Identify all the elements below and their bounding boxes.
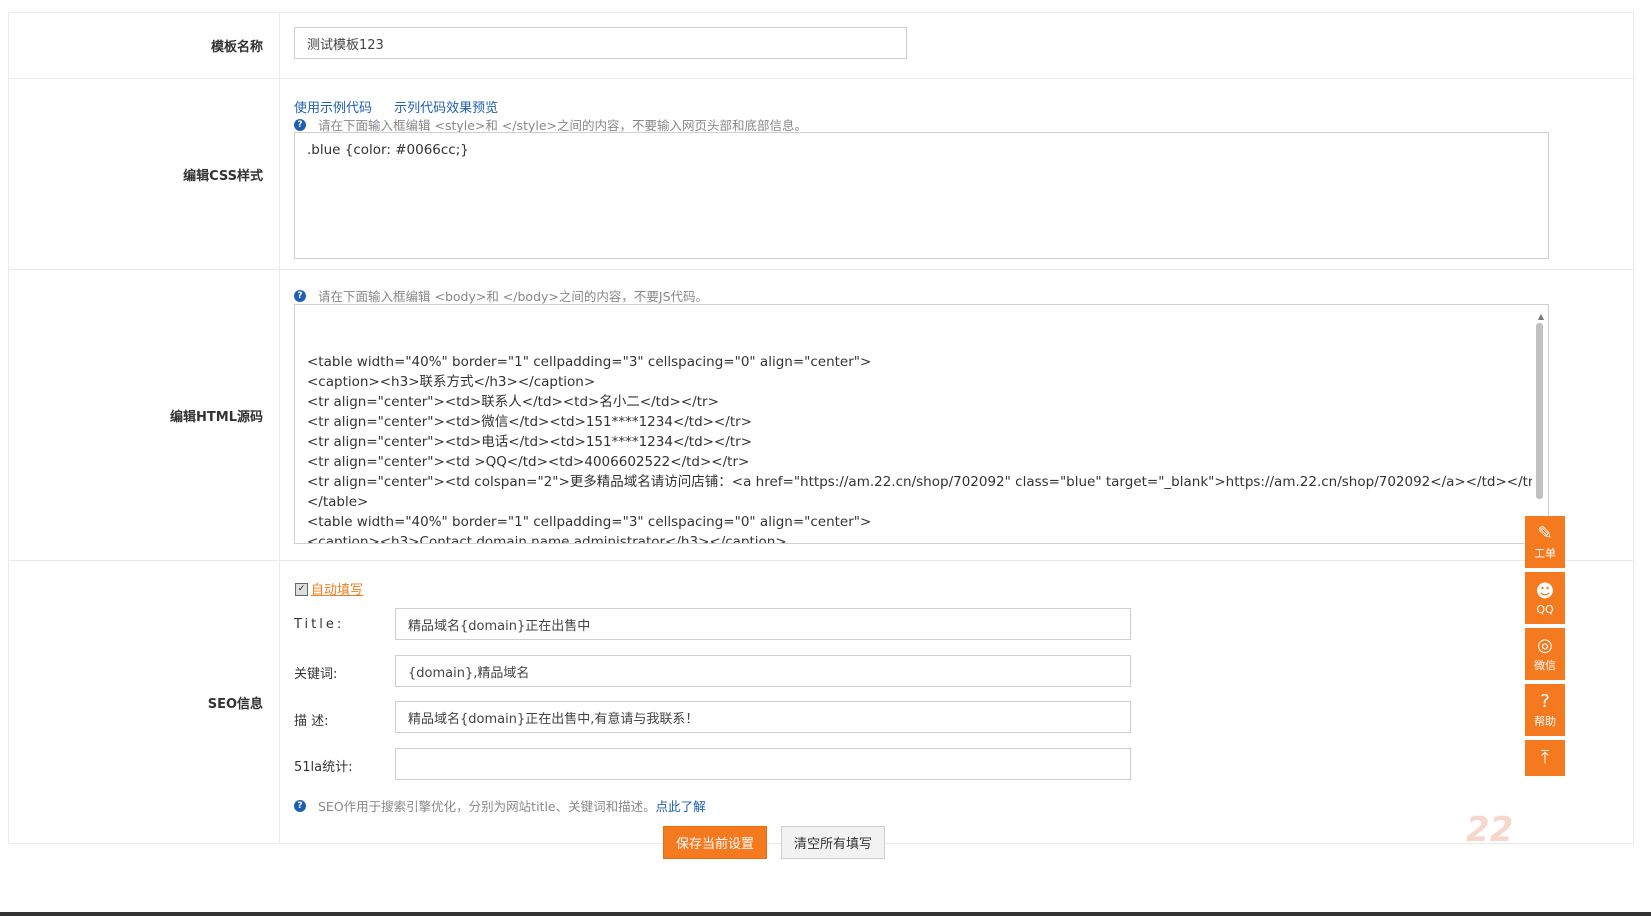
seo-learn-more-link[interactable]: 点此了解	[656, 796, 706, 815]
code-line: <caption><h3>Contact domain name adminis…	[307, 534, 787, 544]
css-links: 使用示例代码 示列代码效果预览	[294, 97, 516, 116]
template-name-input[interactable]: 测试模板123	[294, 27, 907, 59]
seo-label: SEO信息	[9, 561, 280, 843]
preview-example-link[interactable]: 示列代码效果预览	[394, 101, 498, 116]
seo-desc-label: 描 述:	[294, 714, 329, 729]
seo-stats-label: 51la统计:	[294, 760, 353, 775]
seo-title-input[interactable]: 精品域名{domain}正在出售中	[395, 608, 1131, 640]
qq-penguin-icon: ☻	[1535, 580, 1555, 602]
question-icon: ?	[294, 799, 306, 812]
question-icon: ?	[294, 118, 306, 131]
back-to-top-button[interactable]: ⤒	[1525, 740, 1565, 776]
seo-hint: ? SEO作用于搜索引擎优化，分别为网站title、关键词和描述。 点此了解	[294, 796, 706, 815]
help-button[interactable]: ? 帮助	[1525, 684, 1565, 736]
html-code-lines: <table width="40%" border="1" cellpaddin…	[307, 352, 1545, 544]
wechat-icon: ◎	[1537, 635, 1553, 656]
template-name-label: 模板名称	[9, 13, 280, 78]
code-line: <tr align="center"><td>电话</td><td>151***…	[307, 434, 752, 450]
scroll-thumb[interactable]	[1536, 323, 1543, 499]
save-button[interactable]: 保存当前设置	[663, 826, 767, 859]
html-hint: ? 请在下面输入框编辑 <body>和 </body>之间的内容，不要JS代码。	[294, 286, 708, 305]
seo-keywords-input[interactable]: {domain},精品域名	[395, 655, 1131, 687]
code-line: <table width="40%" border="1" cellpaddin…	[307, 354, 872, 370]
seo-row: SEO信息 ✓ 自动填写 Title: 精品域名{domain}正在出售中 关键…	[9, 561, 1633, 844]
code-line: </table>	[307, 494, 369, 510]
brand-watermark-logo: 22	[1466, 810, 1514, 850]
html-label: 编辑HTML源码	[9, 270, 280, 560]
code-line: <tr align="center"><td>联系人</td><td>名小二</…	[307, 394, 719, 410]
help-icon: ?	[1540, 691, 1550, 712]
seo-stats-input[interactable]	[395, 748, 1131, 780]
code-line: <table width="40%" border="1" cellpaddin…	[307, 514, 872, 530]
bottom-border	[0, 912, 1651, 916]
css-row: 编辑CSS样式 使用示例代码 示列代码效果预览 ? 请在下面输入框编辑 <sty…	[9, 79, 1633, 270]
qq-button[interactable]: ☻ QQ	[1525, 572, 1565, 624]
use-example-link[interactable]: 使用示例代码	[294, 101, 372, 116]
settings-form: 模板名称 测试模板123 编辑CSS样式 使用示例代码 示列代码效果预览 ? 请…	[8, 12, 1634, 844]
editor-scrollbar[interactable]: ▲ ▼	[1532, 305, 1548, 543]
code-line: <caption><h3>联系方式</h3></caption>	[307, 374, 596, 390]
css-editor[interactable]: .blue {color: #0066cc;}	[294, 132, 1549, 259]
ticket-button[interactable]: ✎ 工单	[1525, 516, 1565, 568]
code-line: <tr align="center"><td >QQ</td><td>40066…	[307, 454, 750, 470]
auto-fill-checkbox[interactable]: ✓	[295, 583, 308, 596]
seo-title-label: Title:	[294, 617, 345, 632]
code-line: <tr align="center"><td colspan="2">更多精品域…	[307, 474, 1545, 490]
arrow-up-icon: ⤒	[1541, 747, 1549, 768]
html-row: 编辑HTML源码 ? 请在下面输入框编辑 <body>和 </body>之间的内…	[9, 270, 1633, 561]
seo-keywords-label: 关键词:	[294, 667, 338, 682]
wechat-button[interactable]: ◎ 微信	[1525, 628, 1565, 680]
question-icon: ?	[294, 289, 306, 302]
css-label: 编辑CSS样式	[9, 79, 280, 269]
seo-desc-input[interactable]: 精品域名{domain}正在出售中,有意请与我联系！	[395, 701, 1131, 733]
code-line: <tr align="center"><td>微信</td><td>151***…	[307, 414, 752, 430]
auto-fill-link[interactable]: 自动填写	[311, 579, 363, 598]
side-panel: ✎ 工单 ☻ QQ ◎ 微信 ? 帮助 ⤒	[1525, 516, 1565, 780]
ticket-icon: ✎	[1537, 523, 1553, 544]
template-name-row: 模板名称 测试模板123	[9, 13, 1633, 79]
clear-button[interactable]: 清空所有填写	[781, 826, 885, 859]
html-editor[interactable]: <table width="40%" border="1" cellpaddin…	[294, 304, 1549, 544]
